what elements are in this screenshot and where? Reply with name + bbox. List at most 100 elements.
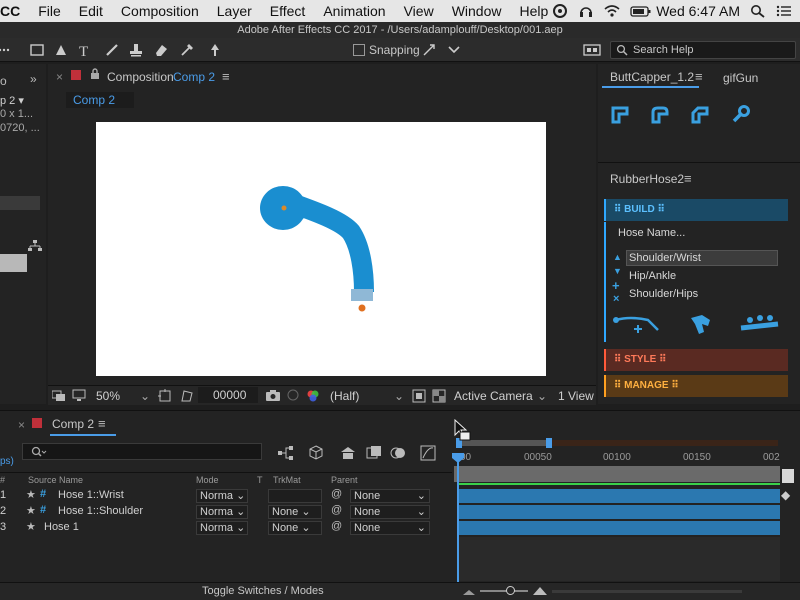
menu-effect[interactable]: Effect <box>270 3 306 19</box>
draft-3d-icon[interactable] <box>308 444 324 463</box>
layer-trkmat-select[interactable] <box>268 489 322 503</box>
snap-options-icon[interactable] <box>421 42 437 58</box>
buttcap-square-button[interactable] <box>690 104 710 127</box>
layer-duration-bar[interactable] <box>458 521 780 535</box>
layer-row[interactable]: 1 ★ # Hose 1::Wrist Norma ⌄ @ None ⌄ <box>0 488 452 504</box>
project-tab-fragment[interactable]: o <box>0 74 7 88</box>
layer-trkmat-select[interactable]: None ⌄ <box>268 521 322 535</box>
menu-file[interactable]: File <box>38 3 61 19</box>
menu-animation[interactable]: Animation <box>323 3 385 19</box>
style-section-header[interactable]: ⠿ STYLE ⠿ <box>604 349 788 371</box>
expand-icon[interactable] <box>446 42 462 58</box>
toggle-switches-modes-button[interactable]: Toggle Switches / Modes <box>202 585 324 597</box>
rubberhose-menu-icon[interactable]: ≡ <box>684 171 692 186</box>
timeline-comp-color-label[interactable] <box>32 418 42 428</box>
comp-color-label[interactable] <box>71 70 81 80</box>
close-tab-icon[interactable]: × <box>56 70 63 84</box>
col-header-t[interactable]: T <box>257 475 263 485</box>
layer-row[interactable]: 3 ★ Hose 1 Norma ⌄ None ⌄ @ None ⌄ <box>0 520 452 536</box>
playhead-handle[interactable] <box>452 453 464 463</box>
mask-visibility-icon[interactable] <box>180 389 194 406</box>
menubar-clock[interactable]: Wed 6:47 AM <box>656 3 740 19</box>
timeline-menu-icon[interactable]: ≡ <box>98 416 106 431</box>
pick-whip-icon[interactable]: @ <box>331 504 342 516</box>
multi-hose-button[interactable] <box>738 312 782 339</box>
menu-edit[interactable]: Edit <box>79 3 103 19</box>
layer-duration-bar[interactable] <box>458 505 780 519</box>
list-down-arrow-icon[interactable]: ▼ <box>613 266 622 276</box>
timeline-ruler-band[interactable] <box>454 466 780 482</box>
new-hose-button[interactable] <box>610 310 666 337</box>
layer-name[interactable]: Hose 1 <box>44 521 79 533</box>
menu-composition[interactable]: Composition <box>121 3 199 19</box>
layer-parent-select[interactable]: None ⌄ <box>350 521 430 535</box>
pen-tool-icon[interactable] <box>53 42 69 58</box>
snapshot-camera-icon[interactable] <box>266 389 280 404</box>
rubberhose-title[interactable]: RubberHose2 <box>610 172 684 186</box>
composition-flowchart-icon[interactable] <box>278 446 294 463</box>
puppet-pin-tool-icon[interactable] <box>207 42 223 58</box>
clone-stamp-tool-icon[interactable] <box>128 42 144 58</box>
zoom-in-icon[interactable] <box>532 584 548 599</box>
frame-blending-icon[interactable] <box>366 445 382 464</box>
safe-zones-icon[interactable] <box>158 389 172 406</box>
shy-layers-icon[interactable] <box>340 446 356 463</box>
col-header-mode[interactable]: Mode <box>196 475 219 485</box>
hose-name-input[interactable]: Hose Name... <box>618 227 685 239</box>
graph-editor-icon[interactable] <box>420 445 436 464</box>
layer-row[interactable]: 2 ★ # Hose 1::Shoulder Norma ⌄ None ⌄ @ … <box>0 504 452 520</box>
remove-hose-icon[interactable]: × <box>613 293 619 305</box>
layer-trkmat-select[interactable]: None ⌄ <box>268 505 322 519</box>
close-timeline-tab-icon[interactable]: × <box>18 418 25 432</box>
panel-overflow-icon[interactable]: » <box>30 72 37 86</box>
wifi-icon[interactable] <box>604 4 620 18</box>
resolution-chevron-icon[interactable]: ⌄ <box>394 389 404 403</box>
zoom-out-icon[interactable] <box>462 585 476 600</box>
layer-name[interactable]: Hose 1::Shoulder <box>58 505 143 517</box>
build-section-header[interactable]: ⠿ BUILD ⠿ <box>604 199 788 221</box>
pick-whip-icon[interactable]: @ <box>331 520 342 532</box>
list-up-arrow-icon[interactable]: ▲ <box>613 252 622 262</box>
timeline-search-input[interactable] <box>22 443 262 460</box>
buttcap-round-button[interactable] <box>650 104 670 127</box>
project-item-selected[interactable] <box>0 254 27 272</box>
comp-subtab[interactable]: Comp 2 <box>66 92 134 108</box>
layer-duration-bar[interactable] <box>458 489 780 503</box>
timeline-zoom-slider[interactable] <box>480 590 528 592</box>
composition-canvas[interactable] <box>96 122 546 376</box>
workspace-icon[interactable] <box>583 42 601 58</box>
menu-help[interactable]: Help <box>519 3 548 19</box>
timeline-horizontal-scrollbar[interactable] <box>552 590 742 593</box>
project-search-field[interactable] <box>0 196 40 210</box>
timeline-empty-area[interactable] <box>458 537 780 581</box>
type-tool-icon[interactable]: T <box>77 42 93 60</box>
timeline-zoom-handle[interactable] <box>506 586 515 595</box>
menu-layer[interactable]: Layer <box>217 3 252 19</box>
timecode-field[interactable]: 00000 <box>198 387 258 403</box>
brush-tool-icon[interactable] <box>104 42 120 58</box>
headset-icon[interactable] <box>578 4 594 18</box>
snapping-checkbox[interactable] <box>353 44 365 56</box>
hose-list-item[interactable]: Hip/Ankle <box>629 270 676 282</box>
lock-icon[interactable] <box>90 68 100 83</box>
work-area-end-handle[interactable] <box>546 438 552 448</box>
comp-tab-name[interactable]: Comp 2 <box>173 70 215 84</box>
resolution-dropdown[interactable]: (Half) <box>330 389 359 403</box>
creative-cloud-icon[interactable] <box>552 4 568 18</box>
tab-buttcapper[interactable]: ButtCapper_1.2 <box>602 66 699 88</box>
timeline-tab-comp2[interactable]: Comp 2 <box>50 416 116 436</box>
channel-rgb-icon[interactable] <box>306 389 320 406</box>
app-menu[interactable]: CC <box>0 3 20 19</box>
buttcap-butt-button[interactable] <box>610 104 630 127</box>
region-of-interest-icon[interactable] <box>412 389 426 406</box>
comp-marker-icon[interactable]: ◆ <box>781 488 790 502</box>
hose-list-item[interactable]: Shoulder/Hips <box>629 288 698 300</box>
hose-list-item[interactable]: Shoulder/Wrist <box>629 252 701 264</box>
bend-hose-button[interactable] <box>688 312 714 339</box>
buttcapper-menu-icon[interactable]: ≡ <box>695 69 703 84</box>
menu-window[interactable]: Window <box>452 3 502 19</box>
eraser-tool-icon[interactable] <box>153 42 169 58</box>
hierarchy-icon[interactable] <box>28 240 42 255</box>
tab-gifgun[interactable]: gifGun <box>723 71 758 85</box>
wrench-icon[interactable] <box>731 104 751 127</box>
